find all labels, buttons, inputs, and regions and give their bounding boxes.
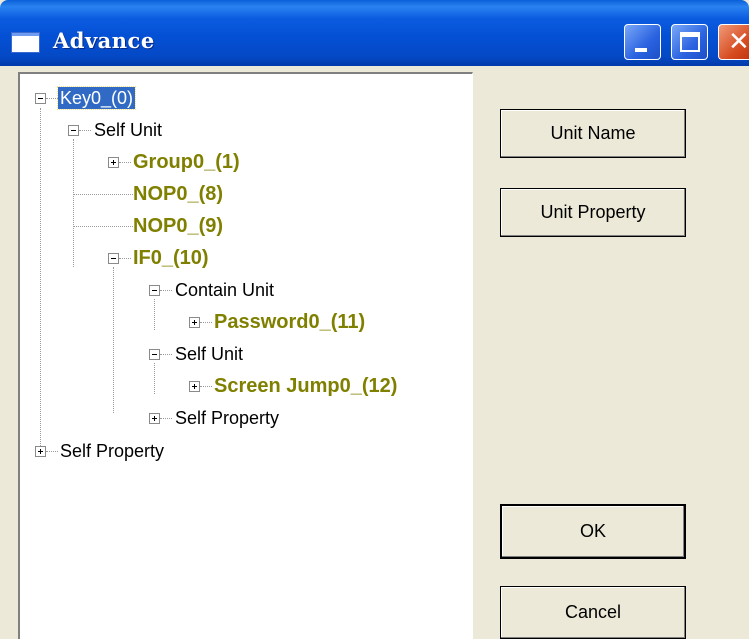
advance-dialog: Advance ✕ Key0_(0) Self Unit Group0_(1) xyxy=(0,0,749,639)
tree-connector xyxy=(113,267,114,413)
tree-connector xyxy=(73,226,133,227)
expand-toggle-icon[interactable] xyxy=(35,446,46,457)
expand-toggle-icon[interactable] xyxy=(189,317,200,328)
title-bar[interactable]: Advance ✕ xyxy=(0,0,749,66)
window-icon xyxy=(11,32,40,53)
tree-item-contain-unit[interactable]: Contain Unit xyxy=(175,279,274,301)
tree-item-password0[interactable]: Password0_(11) xyxy=(214,311,365,333)
close-icon: ✕ xyxy=(728,27,749,57)
tree-item-self-property-inner[interactable]: Self Property xyxy=(175,407,279,429)
collapse-toggle-icon[interactable] xyxy=(108,253,119,264)
collapse-toggle-icon[interactable] xyxy=(68,125,79,136)
expand-toggle-icon[interactable] xyxy=(189,381,200,392)
tree-connector xyxy=(160,290,172,291)
minimize-button[interactable] xyxy=(624,24,661,60)
tree-connector xyxy=(200,322,212,323)
tree-connector xyxy=(73,139,74,267)
tree-item-nop0-8[interactable]: NOP0_(8) xyxy=(133,183,223,205)
tree-connector xyxy=(160,354,172,355)
tree-connector xyxy=(160,418,172,419)
maximize-button[interactable] xyxy=(671,24,708,60)
tree-connector xyxy=(79,130,91,131)
tree-item-nop0-9[interactable]: NOP0_(9) xyxy=(133,215,223,237)
tree-item-if0[interactable]: IF0_(10) xyxy=(133,247,209,269)
tree-connector xyxy=(73,194,133,195)
tree-connector xyxy=(119,258,131,259)
tree-item-key0[interactable]: Key0_(0) xyxy=(56,86,137,110)
collapse-toggle-icon[interactable] xyxy=(149,349,160,360)
tree-item-self-unit[interactable]: Self Unit xyxy=(94,119,162,141)
unit-tree-view[interactable]: Key0_(0) Self Unit Group0_(1) NOP0_(8) N… xyxy=(18,72,473,639)
tree-item-screen-jump0[interactable]: Screen Jump0_(12) xyxy=(214,375,397,397)
tree-connector xyxy=(40,108,41,454)
tree-item-self-property[interactable]: Self Property xyxy=(60,440,164,462)
tree-connector xyxy=(200,386,212,387)
close-button[interactable]: ✕ xyxy=(718,24,749,60)
expand-toggle-icon[interactable] xyxy=(149,413,160,424)
tree-connector xyxy=(46,451,58,452)
tree-connector xyxy=(154,299,155,330)
tree-item-self-unit-inner[interactable]: Self Unit xyxy=(175,343,243,365)
tree-connector xyxy=(119,162,131,163)
tree-connector xyxy=(154,363,155,394)
expand-toggle-icon[interactable] xyxy=(108,157,119,168)
maximize-icon xyxy=(680,32,700,52)
window-title: Advance xyxy=(53,28,155,53)
minimize-icon xyxy=(635,48,647,52)
ok-button[interactable]: OK xyxy=(500,504,686,559)
tree-connector xyxy=(46,98,58,99)
unit-name-button[interactable]: Unit Name xyxy=(500,109,686,158)
unit-property-button[interactable]: Unit Property xyxy=(500,188,686,237)
tree-item-group0[interactable]: Group0_(1) xyxy=(133,151,240,173)
collapse-toggle-icon[interactable] xyxy=(35,93,46,104)
cancel-button[interactable]: Cancel xyxy=(500,586,686,639)
collapse-toggle-icon[interactable] xyxy=(149,285,160,296)
